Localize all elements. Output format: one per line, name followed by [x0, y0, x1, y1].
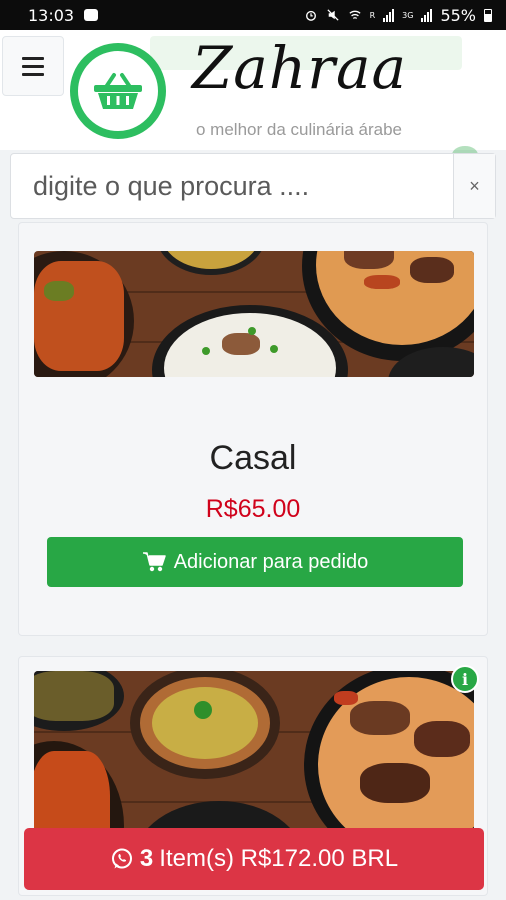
battery-percent: 55% — [440, 5, 476, 25]
network-label-3g: 3G — [402, 10, 414, 20]
info-button[interactable]: i — [451, 665, 479, 693]
basket-icon — [94, 73, 142, 109]
status-icons: R 3G 55% — [304, 6, 492, 25]
signal-icon — [383, 8, 395, 22]
cart-count: 3 — [139, 845, 154, 872]
brand-tagline: o melhor da culinária árabe — [196, 120, 403, 139]
product-card: Casal R$65.00 Adicionar para pedido — [18, 222, 488, 636]
menu-button[interactable] — [2, 36, 64, 96]
add-to-order-button[interactable]: Adicionar para pedido — [47, 537, 463, 587]
message-notification-icon — [84, 9, 99, 21]
info-icon: i — [461, 669, 469, 689]
brand-name: Zahraa — [192, 34, 408, 102]
app-header: Zahraa o melhor da culinária árabe — [0, 30, 506, 150]
menu-icon — [22, 56, 44, 60]
search-input[interactable] — [11, 154, 453, 218]
network-label-r: R — [369, 10, 376, 20]
brand-logo — [70, 43, 166, 139]
mute-icon — [326, 9, 339, 21]
cart-summary-button[interactable]: 3 Item(s) R$172.00 BRL — [24, 828, 484, 890]
cart-summary-text: Item(s) R$172.00 BRL — [159, 845, 399, 872]
cart-icon — [142, 552, 166, 572]
wifi-icon — [349, 10, 361, 19]
status-time: 13:03 — [28, 5, 75, 25]
search-bar: × — [10, 153, 496, 219]
product-price: R$65.00 — [205, 495, 301, 523]
product-name: Casal — [209, 439, 297, 477]
search-clear-button[interactable]: × — [453, 154, 495, 218]
battery-icon — [484, 8, 492, 22]
alarm-icon — [305, 10, 316, 21]
product-image[interactable] — [34, 251, 474, 377]
add-to-order-label: Adicionar para pedido — [173, 550, 369, 573]
signal-icon-2 — [421, 8, 433, 22]
status-bar: 13:03 R 3G 55% — [0, 0, 506, 30]
close-icon: × — [469, 175, 480, 196]
whatsapp-icon — [111, 848, 132, 869]
